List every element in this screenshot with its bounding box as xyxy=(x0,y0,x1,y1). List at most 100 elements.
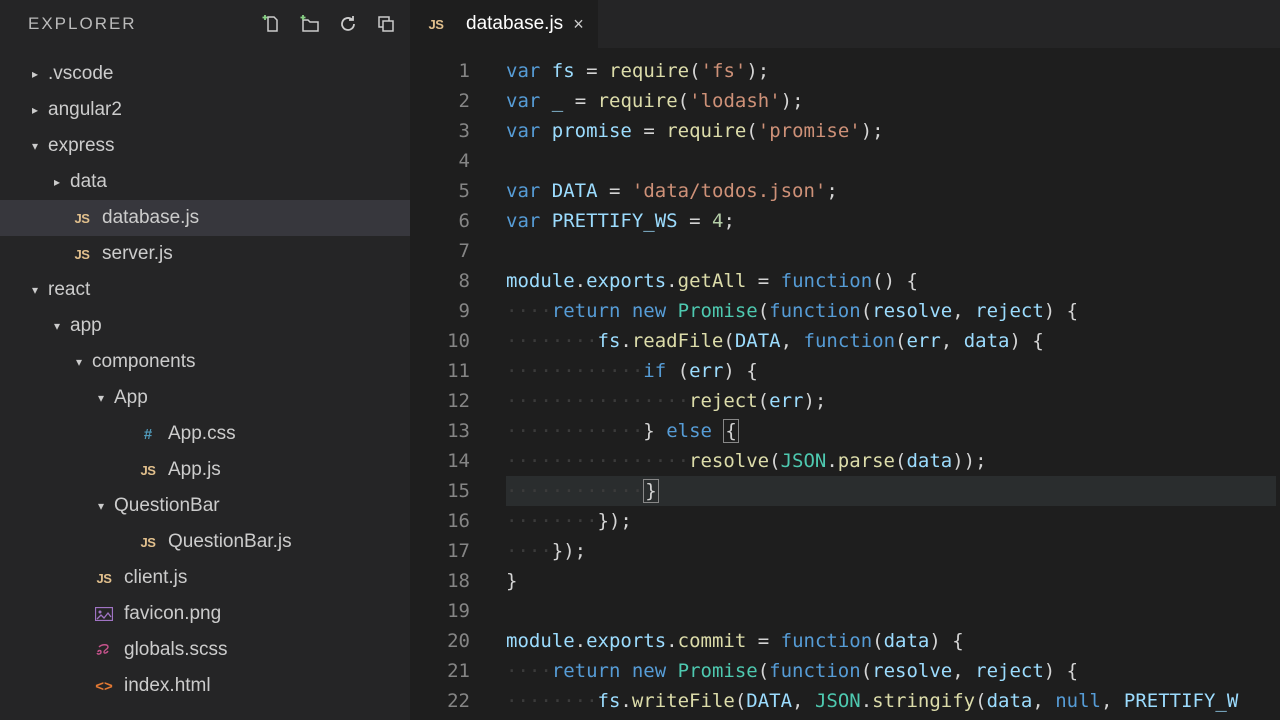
js-icon: JS xyxy=(70,247,94,262)
line-number: 11 xyxy=(410,356,470,386)
line-number: 16 xyxy=(410,506,470,536)
chevron-down-icon[interactable]: ▾ xyxy=(94,499,108,513)
chevron-right-icon[interactable]: ▸ xyxy=(28,103,42,117)
file-row[interactable]: JSclient.js xyxy=(0,560,410,596)
line-number: 8 xyxy=(410,266,470,296)
tree-label: globals.scss xyxy=(124,639,228,661)
code-line[interactable] xyxy=(506,236,1280,266)
code-line[interactable] xyxy=(506,596,1280,626)
refresh-icon[interactable] xyxy=(338,14,358,34)
folder-row[interactable]: ▾components xyxy=(0,344,410,380)
code-line[interactable]: module.exports.commit = function(data) { xyxy=(506,626,1280,656)
file-row[interactable]: JS server.js xyxy=(0,236,410,272)
folder-row[interactable]: ▸ angular2 xyxy=(0,92,410,128)
tree-label: QuestionBar.js xyxy=(168,531,292,553)
chevron-down-icon[interactable]: ▾ xyxy=(50,319,64,333)
code-line[interactable]: ················resolve(JSON.parse(data)… xyxy=(506,446,1280,476)
chevron-down-icon[interactable]: ▾ xyxy=(28,139,42,153)
chevron-right-icon[interactable]: ▸ xyxy=(28,67,42,81)
code-content[interactable]: var fs = require('fs');var _ = require('… xyxy=(492,48,1280,720)
folder-row[interactable]: ▾ App xyxy=(0,380,410,416)
line-number: 3 xyxy=(410,116,470,146)
chevron-down-icon[interactable]: ▾ xyxy=(94,391,108,405)
file-row[interactable]: JSApp.js xyxy=(0,452,410,488)
code-line[interactable]: ············if (err) { xyxy=(506,356,1280,386)
code-line[interactable]: module.exports.getAll = function() { xyxy=(506,266,1280,296)
code-line[interactable]: var DATA = 'data/todos.json'; xyxy=(506,176,1280,206)
code-line[interactable]: var _ = require('lodash'); xyxy=(506,86,1280,116)
code-line[interactable] xyxy=(506,146,1280,176)
folder-row[interactable]: ▾ QuestionBar xyxy=(0,488,410,524)
app-root: EXPLORER ▸.vscode▸angular2▾express▸dataJ… xyxy=(0,0,1280,720)
new-folder-icon[interactable] xyxy=(300,14,320,34)
code-line[interactable]: var PRETTIFY_WS = 4; xyxy=(506,206,1280,236)
file-row[interactable]: JSQuestionBar.js xyxy=(0,524,410,560)
tree-label: server.js xyxy=(102,243,173,265)
tree-label: express xyxy=(48,135,115,157)
line-number: 20 xyxy=(410,626,470,656)
tree-label: QuestionBar xyxy=(114,495,220,517)
line-number: 10 xyxy=(410,326,470,356)
tree-label: database.js xyxy=(102,207,199,229)
hash-icon: # xyxy=(136,426,160,443)
line-number: 5 xyxy=(410,176,470,206)
code-line[interactable]: ····return new Promise(function(resolve,… xyxy=(506,656,1280,686)
line-number: 15 xyxy=(410,476,470,506)
tree-label: client.js xyxy=(124,567,187,589)
editor-area: JS database.js × 12345678910111213141516… xyxy=(410,0,1280,720)
tab-database-js[interactable]: JS database.js × xyxy=(410,0,598,48)
line-number: 9 xyxy=(410,296,470,326)
code-line[interactable]: ····}); xyxy=(506,536,1280,566)
tree-label: App.css xyxy=(168,423,236,445)
file-row[interactable]: JS database.js xyxy=(0,200,410,236)
js-icon: JS xyxy=(424,17,448,32)
code-line[interactable]: ····return new Promise(function(resolve,… xyxy=(506,296,1280,326)
tab-label: database.js xyxy=(466,13,563,35)
code-line[interactable]: var promise = require('promise'); xyxy=(506,116,1280,146)
file-row[interactable]: # App.css xyxy=(0,416,410,452)
code-line[interactable]: ············} xyxy=(506,476,1276,506)
code-line[interactable]: ········fs.readFile(DATA, function(err, … xyxy=(506,326,1280,356)
file-row[interactable]: <> index.html xyxy=(0,668,410,704)
chevron-right-icon[interactable]: ▸ xyxy=(50,175,64,189)
line-number-gutter: 12345678910111213141516171819202122 xyxy=(410,48,492,720)
code-editor[interactable]: 12345678910111213141516171819202122 var … xyxy=(410,48,1280,720)
line-number: 21 xyxy=(410,656,470,686)
tree-label: favicon.png xyxy=(124,603,221,625)
tab-bar: JS database.js × xyxy=(410,0,1280,48)
tree-label: index.html xyxy=(124,675,211,697)
close-icon[interactable]: × xyxy=(573,14,584,35)
image-icon xyxy=(92,607,116,621)
scss-icon xyxy=(92,641,116,659)
tree-label: angular2 xyxy=(48,99,122,121)
file-row[interactable]: globals.scss xyxy=(0,632,410,668)
html-icon: <> xyxy=(92,678,116,695)
line-number: 22 xyxy=(410,686,470,716)
new-file-icon[interactable] xyxy=(262,14,282,34)
explorer-actions xyxy=(262,14,396,34)
js-icon: JS xyxy=(70,211,94,226)
code-line[interactable]: ········}); xyxy=(506,506,1280,536)
chevron-down-icon[interactable]: ▾ xyxy=(72,355,86,369)
collapse-all-icon[interactable] xyxy=(376,14,396,34)
folder-row[interactable]: ▾app xyxy=(0,308,410,344)
js-icon: JS xyxy=(136,463,160,478)
code-line[interactable]: } xyxy=(506,566,1280,596)
line-number: 7 xyxy=(410,236,470,266)
explorer-sidebar: EXPLORER ▸.vscode▸angular2▾express▸dataJ… xyxy=(0,0,410,720)
folder-row[interactable]: ▾ express xyxy=(0,128,410,164)
tree-label: App xyxy=(114,387,148,409)
code-line[interactable]: ············} else { xyxy=(506,416,1280,446)
folder-row[interactable]: ▸ .vscode xyxy=(0,56,410,92)
line-number: 13 xyxy=(410,416,470,446)
line-number: 19 xyxy=(410,596,470,626)
chevron-down-icon[interactable]: ▾ xyxy=(28,283,42,297)
code-line[interactable]: ········fs.writeFile(DATA, JSON.stringif… xyxy=(506,686,1280,716)
file-row[interactable]: favicon.png xyxy=(0,596,410,632)
code-line[interactable]: ················reject(err); xyxy=(506,386,1280,416)
code-line[interactable]: var fs = require('fs'); xyxy=(506,56,1280,86)
tree-label: .vscode xyxy=(48,63,113,85)
line-number: 2 xyxy=(410,86,470,116)
folder-row[interactable]: ▾react xyxy=(0,272,410,308)
folder-row[interactable]: ▸data xyxy=(0,164,410,200)
